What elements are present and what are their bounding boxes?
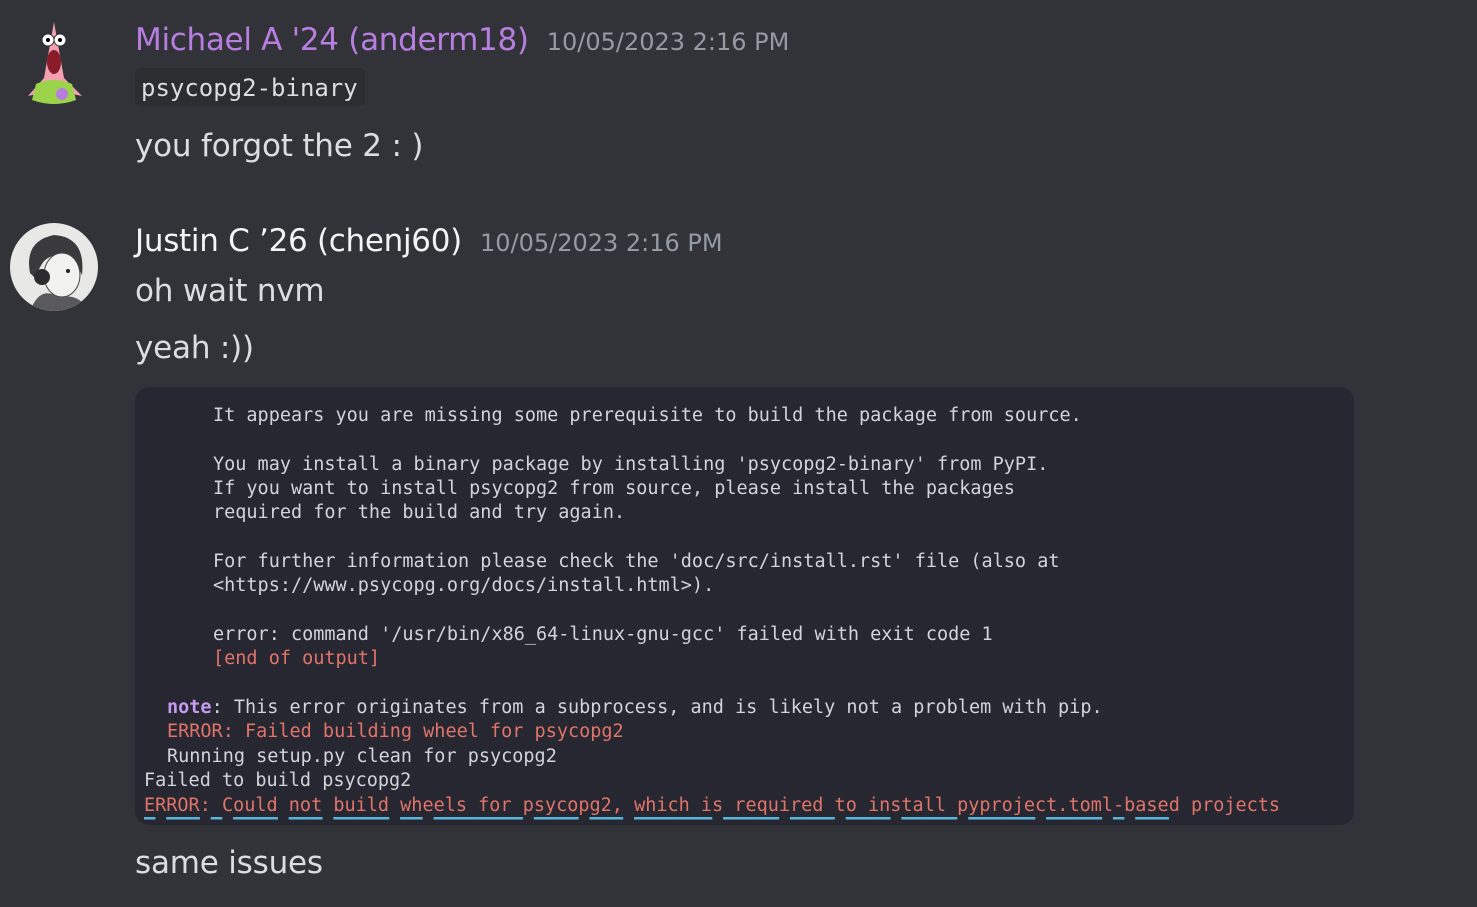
screenshot-attachment[interactable]: It appears you are missing some prerequi… <box>135 387 1354 825</box>
terminal-line: required for the build and try again. <box>213 502 626 523</box>
terminal-line: Running setup.py clean for psycopg2 <box>167 746 557 767</box>
terminal-line: [end of output] <box>213 648 381 669</box>
message-header-2: Justin C ’26 (chenj60) 10/05/2023 2:16 P… <box>135 223 723 259</box>
timestamp[interactable]: 10/05/2023 2:16 PM <box>547 28 790 56</box>
terminal-line: ERROR: Could not build wheels for psycop… <box>144 795 1281 816</box>
terminal-line: You may install a binary package by inst… <box>213 454 1049 475</box>
patrick-star-avatar[interactable] <box>14 18 94 108</box>
message-text: same issues <box>135 845 323 881</box>
terminal-line: error: command '/usr/bin/x86_64-linux-gn… <box>213 624 993 645</box>
terminal-line: note: This error originates from a subpr… <box>167 696 1103 720</box>
anime-character-avatar[interactable] <box>10 223 98 311</box>
note-text: : This error originates from a subproces… <box>211 697 1103 718</box>
patrick-star-avatar-icon <box>28 22 82 104</box>
terminal-line: <https://www.psycopg.org/docs/install.ht… <box>213 575 715 596</box>
note-label: note <box>167 697 212 718</box>
terminal-line: Failed to build psycopg2 <box>144 770 412 791</box>
timestamp[interactable]: 10/05/2023 2:16 PM <box>480 229 723 257</box>
message-text: you forgot the 2 : ) <box>135 128 424 164</box>
message-text: yeah :)) <box>135 330 254 366</box>
anime-character-avatar-icon <box>10 223 98 311</box>
message-header-1: Michael A '24 (anderm18) 10/05/2023 2:16… <box>135 22 789 58</box>
message-text: oh wait nvm <box>135 273 325 309</box>
terminal-line: For further information please check the… <box>213 551 1060 572</box>
terminal-line: ERROR: Failed building wheel for psycopg… <box>167 721 624 742</box>
terminal-cutoff-line: ▔ ▔▔▔ ▔ ▔▔▔▔ ▔▔▔ ▔▔▔▔▔ ▔▔ ▔▔▔▔▔▔▔▔ ▔▔▔▔ … <box>144 817 1169 825</box>
username[interactable]: Michael A '24 (anderm18) <box>135 22 529 58</box>
username[interactable]: Justin C ’26 (chenj60) <box>135 223 462 259</box>
inline-code: psycopg2-binary <box>135 68 365 106</box>
terminal-line: If you want to install psycopg2 from sou… <box>213 478 1015 499</box>
terminal-line: It appears you are missing some prerequi… <box>213 405 1082 426</box>
